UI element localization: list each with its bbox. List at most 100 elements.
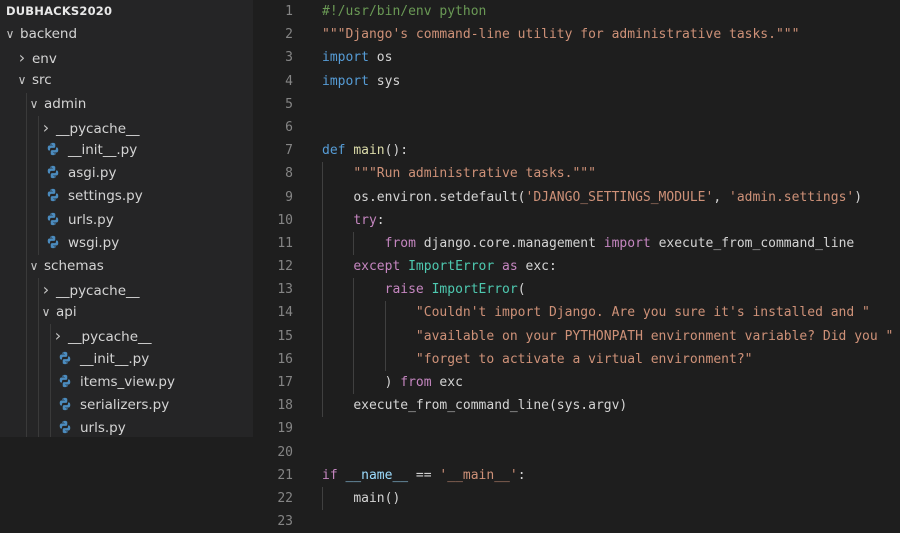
tree-folder[interactable]: ∨ admin [0, 92, 253, 116]
indent-guide [26, 138, 27, 163]
code-line[interactable]: 1 #!/usr/bin/env python [253, 0, 900, 23]
indent-guide [26, 208, 27, 232]
code-line[interactable]: 20 [253, 441, 900, 464]
line-number: 11 [277, 235, 293, 251]
indent-guide [26, 301, 27, 325]
code-line[interactable]: 8 """Run administrative tasks.""" [253, 162, 900, 186]
indent-guide [38, 301, 39, 325]
tree-file[interactable]: settings.py [0, 185, 253, 209]
code-line[interactable]: 15 "available on your PYTHONPATH environ… [253, 324, 900, 348]
tree-item-label: __init__.py [80, 350, 150, 367]
tree-file[interactable]: __init__.py [0, 138, 253, 163]
tree-folder[interactable]: › __pycache__ [0, 278, 253, 302]
line-number: 16 [277, 351, 293, 367]
code-line[interactable]: 3 import os [253, 46, 900, 69]
code-line[interactable]: 9 os.environ.setdefault('DJANGO_SETTINGS… [253, 185, 900, 209]
indent-guide [322, 347, 323, 371]
chevron-down-icon[interactable]: ∨ [28, 255, 40, 278]
chevron-right-icon[interactable]: › [52, 324, 64, 347]
tree-file[interactable]: items_view.py [0, 370, 253, 394]
tree-file[interactable]: urls.py [0, 417, 253, 437]
code-token: "available on your PYTHONPATH environmen… [415, 328, 894, 344]
tree-item-label: __init__.py [68, 141, 138, 158]
code-line[interactable]: 23 [253, 510, 900, 533]
code-text: os.environ.setdefault('DJANGO_SETTINGS_M… [322, 190, 862, 205]
tree-folder[interactable]: › __pycache__ [0, 324, 253, 348]
indent-guide [26, 394, 27, 418]
chevron-right-icon[interactable]: › [40, 278, 52, 301]
code-line[interactable]: 7 def main(): [253, 139, 900, 162]
tree-file[interactable]: asgi.py [0, 162, 253, 186]
tree-file[interactable]: wsgi.py [0, 231, 253, 255]
indent-guide [322, 208, 323, 232]
code-token: """Django's command-line utility for adm… [322, 27, 800, 43]
indent-guide [38, 185, 39, 209]
tree-folder[interactable]: › __pycache__ [0, 115, 253, 139]
code-token: ) [384, 375, 401, 390]
tree-folder[interactable]: ∨ backend [0, 23, 253, 46]
code-line[interactable]: 2 """Django's command-line utility for ad… [253, 23, 900, 46]
chevron-down-icon[interactable]: ∨ [4, 23, 16, 46]
python-file-icon [59, 351, 71, 364]
code-line[interactable]: 22 main() [253, 486, 900, 511]
tree-folder[interactable]: › env [0, 46, 253, 69]
tree-file[interactable]: __init__.py [0, 347, 253, 371]
code-line[interactable]: 19 [253, 417, 900, 440]
code-line[interactable]: 10 try: [253, 208, 900, 232]
code-token: ImportError [431, 282, 518, 298]
code-token: == [408, 467, 440, 483]
code-token: sys [368, 73, 401, 89]
code-token: try [353, 212, 377, 228]
python-file-icon [47, 189, 59, 202]
explorer-title[interactable]: DUBHACKS2020 [0, 0, 253, 23]
code-text: #!/usr/bin/env python [322, 4, 486, 19]
indent-guide [26, 92, 27, 116]
code-line[interactable]: 18 execute_from_command_line(sys.argv) [253, 394, 900, 418]
indent-guide [50, 324, 51, 348]
tree-folder[interactable]: ∨ schemas [0, 254, 253, 279]
tree-file[interactable]: urls.py [0, 208, 253, 232]
code-line[interactable]: 5 [253, 93, 900, 116]
code-line[interactable]: 21 if __name__ == '__main__': [253, 464, 900, 487]
code-line[interactable]: 17 ) from exc [253, 371, 900, 395]
code-token: from [400, 375, 432, 390]
tree-folder[interactable]: ∨ api [0, 301, 253, 325]
code-text: if __name__ == '__main__': [322, 468, 526, 483]
code-token: main [353, 143, 385, 159]
code-token: from [384, 235, 416, 251]
code-line[interactable]: 4 import sys [253, 70, 900, 93]
chevron-down-icon[interactable]: ∨ [28, 93, 40, 116]
indent-guide [26, 115, 27, 139]
chevron-down-icon[interactable]: ∨ [40, 301, 52, 324]
code-editor[interactable]: 1 #!/usr/bin/env python 2 """Django's comma… [253, 0, 900, 529]
line-number: 20 [277, 444, 293, 460]
line-number: 10 [277, 212, 293, 228]
code-line[interactable]: 6 [253, 116, 900, 139]
code-token: ) [854, 189, 863, 205]
indent-guide [26, 185, 27, 209]
code-line[interactable]: 14 "Couldn't import Django. Are you sure… [253, 301, 900, 325]
indent-guide [26, 347, 27, 371]
chevron-right-icon[interactable]: › [16, 46, 28, 69]
tree-folder[interactable]: ∨ src [0, 69, 253, 92]
indent-guide [38, 370, 39, 394]
code-line[interactable]: 13 raise ImportError( [253, 278, 900, 302]
code-text: def main(): [322, 143, 408, 158]
indent-guide [353, 278, 355, 302]
code-text: except ImportError as exc: [322, 259, 557, 274]
tree-file[interactable]: serializers.py [0, 394, 253, 418]
line-number: 19 [277, 421, 293, 437]
code-token: def [322, 143, 346, 159]
line-number: 17 [277, 375, 293, 390]
indent-guide [50, 347, 51, 371]
code-text: from django.core.management import execu… [322, 235, 855, 251]
indent-guide [322, 371, 323, 395]
code-line[interactable]: 16 "forget to activate a virtual environ… [253, 347, 900, 371]
chevron-down-icon[interactable]: ∨ [16, 69, 28, 92]
code-token: import [322, 50, 369, 66]
chevron-right-icon[interactable]: › [40, 116, 52, 139]
indent-guide [384, 324, 386, 348]
code-line[interactable]: 12 except ImportError as exc: [253, 255, 900, 279]
code-line[interactable]: 11 from django.core.management import ex… [253, 231, 900, 256]
code-text: ) from exc [322, 375, 463, 390]
